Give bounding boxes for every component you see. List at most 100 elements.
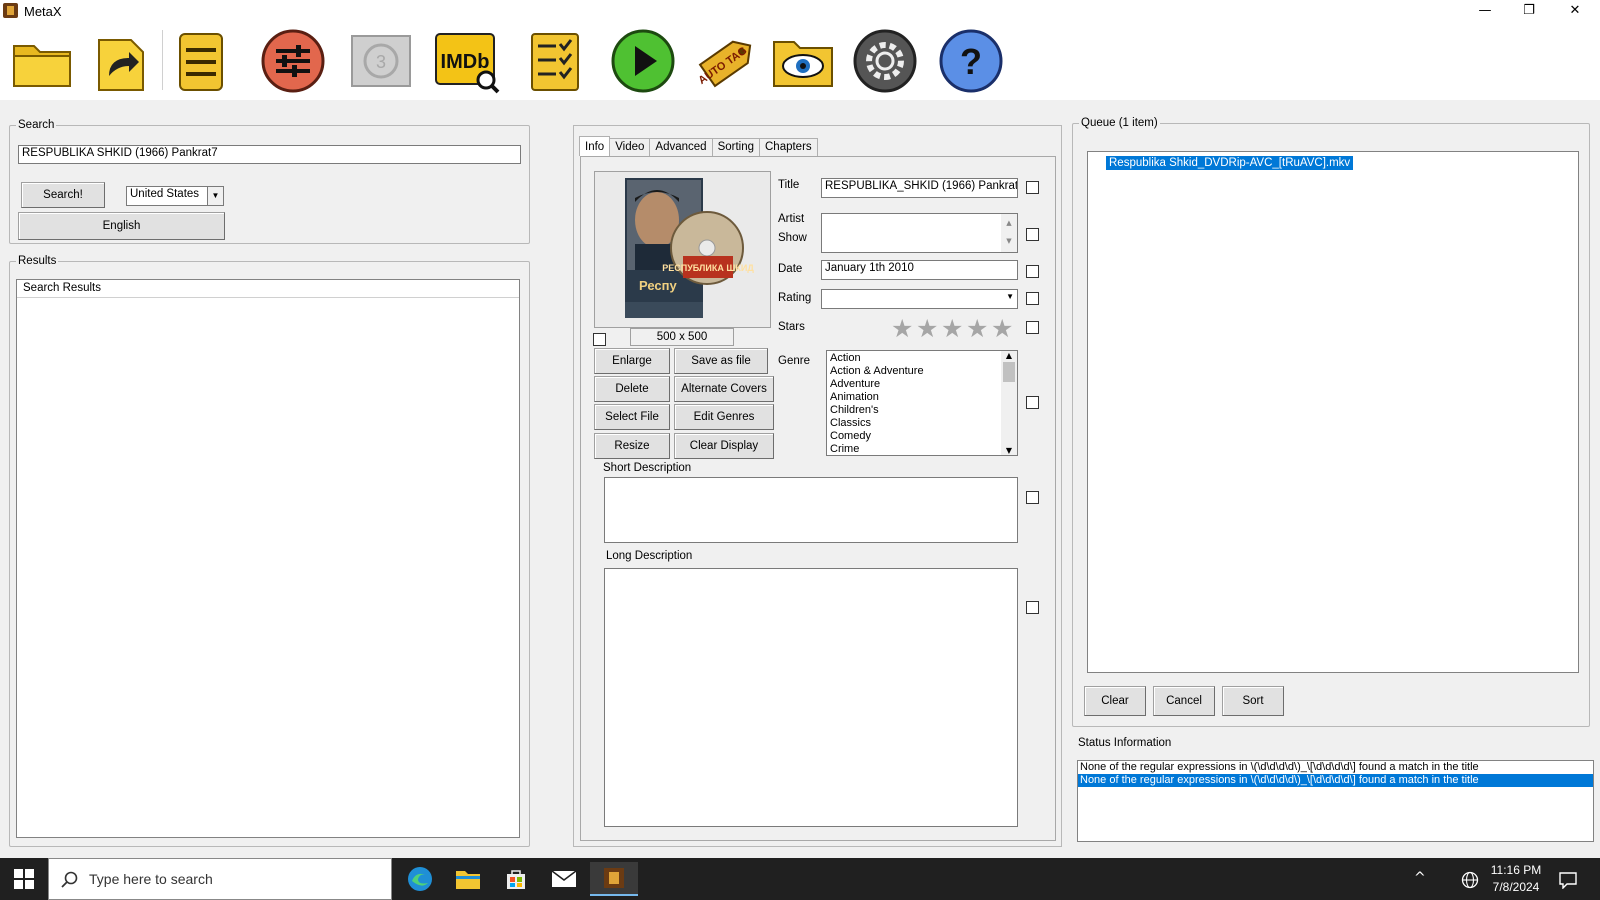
minimize-button[interactable]: — xyxy=(1462,0,1508,22)
artist-show-field[interactable]: ▲ ▼ xyxy=(821,213,1018,253)
svg-text:IMDb: IMDb xyxy=(441,51,490,73)
short-description-field[interactable] xyxy=(604,477,1018,543)
genre-scrollbar[interactable]: ▲ ▼ xyxy=(1001,351,1017,455)
mail-icon[interactable] xyxy=(540,862,588,896)
long-description-field[interactable] xyxy=(604,568,1018,827)
metax-taskbar-icon[interactable] xyxy=(590,862,638,896)
tab-info[interactable]: Info xyxy=(579,136,611,156)
auto-tag-icon[interactable]: AUTO TAG xyxy=(695,28,761,94)
restore-button[interactable]: ❐ xyxy=(1506,0,1552,22)
artist-checkbox[interactable] xyxy=(1026,228,1039,241)
toolbar-separator xyxy=(162,30,163,90)
batch-list-icon[interactable] xyxy=(168,28,234,94)
clear-display-button[interactable]: Clear Display xyxy=(674,433,774,459)
language-button[interactable]: English xyxy=(18,212,225,240)
language-globe-icon[interactable] xyxy=(1461,871,1479,889)
svg-text:3: 3 xyxy=(376,52,386,72)
genre-list-item[interactable]: Children's xyxy=(830,404,1014,417)
results-column-header[interactable]: Search Results xyxy=(17,280,519,298)
chevron-down-icon[interactable]: ▼ xyxy=(1001,446,1017,455)
genre-list-item[interactable]: Classics xyxy=(830,417,1014,430)
help-icon[interactable]: ? xyxy=(938,28,1004,94)
edge-browser-icon[interactable] xyxy=(396,862,444,896)
queue-clear-button[interactable]: Clear xyxy=(1084,686,1146,716)
tab-advanced[interactable]: Advanced xyxy=(649,138,713,156)
microsoft-store-icon[interactable] xyxy=(492,862,540,896)
chevron-down-icon[interactable]: ▼ xyxy=(207,187,223,205)
genre-list-item[interactable]: Animation xyxy=(830,391,1014,404)
title-field[interactable]: RESPUBLIKA_SHKID (1966) Pankrat7 xyxy=(821,178,1018,198)
delete-button[interactable]: Delete xyxy=(594,376,670,402)
chevron-down-icon[interactable]: ▼ xyxy=(1006,292,1014,301)
settings-sliders-icon[interactable] xyxy=(260,28,326,94)
open-recent-icon[interactable] xyxy=(91,28,157,94)
folder-eye-icon[interactable] xyxy=(770,28,836,94)
open-folder-icon[interactable] xyxy=(10,28,76,94)
queue-cancel-button[interactable]: Cancel xyxy=(1153,686,1215,716)
search-input[interactable]: RESPUBLIKA SHKID (1966) Pankrat7 xyxy=(18,145,521,164)
genre-list-item[interactable]: Action xyxy=(830,352,1014,365)
window-title: MetaX xyxy=(24,4,62,19)
tab-chapters[interactable]: Chapters xyxy=(759,138,818,156)
taskbar-clock[interactable]: 11:16 PM 7/8/2024 xyxy=(1488,862,1544,896)
status-line[interactable]: None of the regular expressions in \(\d\… xyxy=(1078,761,1593,774)
status-line-selected[interactable]: None of the regular expressions in \(\d\… xyxy=(1078,774,1593,787)
resize-button[interactable]: Resize xyxy=(594,433,670,459)
queue-item[interactable]: Respublika Shkid_DVDRip-AVC_[tRuAVC].mkv xyxy=(1106,156,1354,170)
select-file-button[interactable]: Select File xyxy=(594,404,670,430)
star-2-icon[interactable]: ★ xyxy=(916,316,938,341)
svg-text:?: ? xyxy=(960,41,982,82)
tab-sorting[interactable]: Sorting xyxy=(711,138,760,156)
star-3-icon[interactable]: ★ xyxy=(941,316,963,341)
film-reel-icon[interactable]: 3 xyxy=(348,28,414,94)
windows-start-icon[interactable] xyxy=(14,869,34,889)
date-field[interactable]: January 1th 2010 xyxy=(821,260,1018,280)
edit-genres-button[interactable]: Edit Genres xyxy=(674,404,774,430)
play-icon[interactable] xyxy=(610,28,676,94)
search-button[interactable]: Search! xyxy=(21,182,105,208)
artist-scrollbar[interactable]: ▲ ▼ xyxy=(1001,214,1017,252)
genre-list[interactable]: Action Action & Adventure Adventure Animati… xyxy=(826,350,1018,456)
rating-select[interactable]: ▼ xyxy=(821,289,1018,309)
save-as-file-button[interactable]: Save as file xyxy=(674,348,768,374)
title-bar: MetaX — ❐ ✕ xyxy=(0,0,1600,22)
genre-list-item[interactable]: Crime xyxy=(830,443,1014,456)
status-list[interactable]: None of the regular expressions in \(\d\… xyxy=(1077,760,1594,842)
notification-icon[interactable] xyxy=(1558,871,1578,890)
star-4-icon[interactable]: ★ xyxy=(966,316,988,341)
file-explorer-icon[interactable] xyxy=(444,862,492,896)
genre-list-item[interactable]: Adventure xyxy=(830,378,1014,391)
chevron-up-icon[interactable]: ▲ xyxy=(1001,351,1017,360)
rating-label: Rating xyxy=(778,292,812,304)
stars-checkbox[interactable] xyxy=(1026,321,1039,334)
cover-art-frame[interactable]: РЕСПУБЛИКА ШКИД Респу xyxy=(594,171,771,328)
short-description-checkbox[interactable] xyxy=(1026,491,1039,504)
close-button[interactable]: ✕ xyxy=(1552,0,1598,22)
queue-list[interactable]: Respublika Shkid_DVDRip-AVC_[tRuAVC].mkv xyxy=(1087,151,1579,673)
tab-video[interactable]: Video xyxy=(609,138,651,156)
short-description-label: Short Description xyxy=(603,462,692,474)
taskbar-search-box[interactable]: Type here to search xyxy=(48,858,392,900)
genre-list-item[interactable]: Comedy xyxy=(830,430,1014,443)
genre-checkbox[interactable] xyxy=(1026,396,1039,409)
results-list[interactable]: Search Results xyxy=(16,279,520,838)
queue-sort-button[interactable]: Sort xyxy=(1222,686,1284,716)
long-description-checkbox[interactable] xyxy=(1026,601,1039,614)
date-checkbox[interactable] xyxy=(1026,265,1039,278)
star-1-icon[interactable]: ★ xyxy=(891,316,913,341)
star-5-icon[interactable]: ★ xyxy=(991,316,1013,341)
enlarge-button[interactable]: Enlarge xyxy=(594,348,670,374)
search-legend: Search xyxy=(18,119,55,131)
alternate-covers-button[interactable]: Alternate Covers xyxy=(674,376,774,402)
country-select-value: United States xyxy=(130,188,200,200)
title-checkbox[interactable] xyxy=(1026,181,1039,194)
genre-list-item[interactable]: Action & Adventure xyxy=(830,365,1014,378)
imdb-search-icon[interactable]: IMDb xyxy=(434,28,500,94)
checklist-icon[interactable] xyxy=(522,28,588,94)
genre-scroll-thumb[interactable] xyxy=(1003,362,1015,382)
rating-checkbox[interactable] xyxy=(1026,292,1039,305)
cover-checkbox[interactable] xyxy=(593,333,606,346)
chevron-up-icon[interactable]: ^ xyxy=(1414,870,1426,886)
gear-icon[interactable] xyxy=(852,28,918,94)
country-select[interactable]: United States ▼ xyxy=(126,186,224,206)
